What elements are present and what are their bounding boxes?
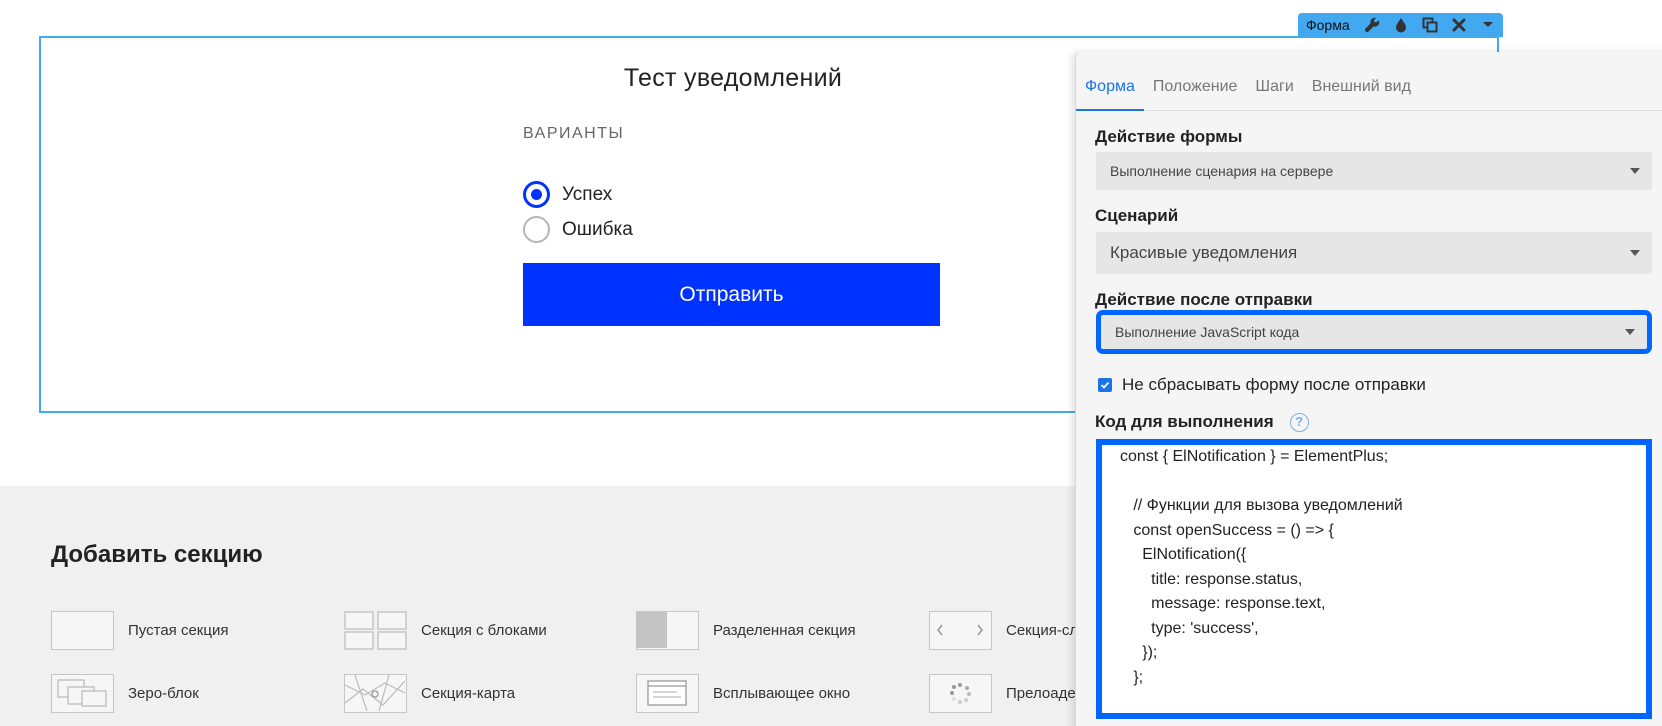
section-zero-thumb: [51, 674, 114, 713]
settings-tabs: Форма Положение Шаги Внешний вид: [1076, 75, 1662, 111]
form-action-label: Действие формы: [1095, 127, 1243, 146]
after-submit-select[interactable]: Выполнение JavaScript кода: [1096, 310, 1652, 354]
widget-toolbar: Форма: [1298, 13, 1503, 37]
radio-success[interactable]: [523, 181, 550, 208]
scenario-label: Сценарий: [1095, 206, 1179, 225]
section-map-label: Секция-карта: [421, 685, 516, 702]
code-line: const { ElNotification } = ElementPlus;: [1120, 448, 1389, 465]
section-split-label: Разделенная секция: [713, 622, 856, 639]
section-blocks[interactable]: Секция с блоками: [344, 611, 547, 650]
section-map[interactable]: Секция-карта: [344, 674, 515, 713]
section-slider-label: Секция-сл: [1006, 622, 1079, 639]
duplicate-icon[interactable]: [1416, 13, 1445, 37]
section-slider[interactable]: Секция-сл: [929, 611, 1078, 650]
tab-appearance[interactable]: Внешний вид: [1303, 75, 1420, 111]
code-line: ElNotification({: [1120, 546, 1247, 563]
radio-error-label: Ошибка: [562, 218, 633, 240]
section-empty[interactable]: Пустая секция: [51, 611, 228, 650]
close-icon[interactable]: [1445, 13, 1474, 37]
after-submit-value: Выполнение JavaScript кода: [1115, 324, 1300, 340]
chevron-down-icon[interactable]: [1474, 13, 1503, 37]
submit-button[interactable]: Отправить: [523, 263, 940, 326]
caret-down-icon: [1625, 329, 1635, 335]
no-reset-checkbox[interactable]: [1098, 378, 1112, 392]
drop-icon[interactable]: [1387, 13, 1416, 37]
section-blocks-thumb: [344, 611, 407, 650]
tab-position[interactable]: Положение: [1144, 75, 1247, 111]
variants-label: ВАРИАНТЫ: [523, 125, 625, 142]
code-label: Код для выполнения?: [1095, 412, 1309, 433]
code-line: type: 'success',: [1120, 619, 1259, 637]
form-action-select[interactable]: Выполнение сценария на сервере: [1096, 152, 1652, 190]
radio-option-error[interactable]: Ошибка: [523, 216, 633, 243]
section-preloader[interactable]: Прелоаде: [929, 674, 1076, 713]
section-popup-label: Всплывающее окно: [713, 685, 851, 702]
code-line: });: [1120, 644, 1158, 661]
section-zero-label: Зеро-блок: [128, 685, 199, 702]
code-label-text: Код для выполнения: [1095, 412, 1274, 431]
radio-error[interactable]: [523, 216, 550, 243]
scenario-value: Красивые уведомления: [1110, 243, 1298, 262]
section-preloader-label: Прелоаде: [1006, 685, 1076, 702]
code-line: };: [1120, 668, 1144, 686]
section-popup[interactable]: Всплывающее окно: [636, 674, 850, 713]
form-title: Тест уведомлений: [623, 64, 843, 92]
code-line: // Функции для вызова уведомлений: [1120, 497, 1403, 514]
help-icon[interactable]: ?: [1289, 413, 1309, 433]
code-line: title: response.status,: [1120, 570, 1303, 588]
code-line: message: response.text,: [1120, 595, 1326, 612]
add-section-title: Добавить секцию: [51, 541, 263, 568]
caret-down-icon: [1630, 168, 1640, 174]
section-empty-thumb: [51, 611, 114, 650]
section-blocks-label: Секция с блоками: [421, 622, 547, 639]
section-map-thumb: [344, 674, 407, 713]
radio-success-label: Успех: [562, 183, 613, 205]
page: Тест уведомлений ВАРИАНТЫ Успех Ошибка О…: [0, 0, 1662, 726]
section-preloader-thumb: [929, 674, 992, 713]
section-popup-thumb: [636, 674, 699, 713]
tab-steps[interactable]: Шаги: [1246, 75, 1302, 111]
after-submit-label: Действие после отправки: [1095, 290, 1313, 309]
section-split-thumb: [636, 611, 699, 650]
section-zero-block[interactable]: Зеро-блок: [51, 674, 199, 713]
tab-form[interactable]: Форма: [1076, 75, 1144, 111]
radio-option-success[interactable]: Успех: [523, 181, 612, 208]
section-empty-label: Пустая секция: [128, 622, 229, 639]
settings-panel: Форма Положение Шаги Внешний вид Действи…: [1075, 52, 1662, 726]
section-split[interactable]: Разделенная секция: [636, 611, 856, 650]
no-reset-checkbox-row[interactable]: Не сбрасывать форму после отправки: [1098, 375, 1426, 395]
widget-toolbar-label: Форма: [1306, 17, 1350, 33]
wrench-icon[interactable]: [1358, 13, 1387, 37]
form-action-value: Выполнение сценария на сервере: [1110, 163, 1334, 179]
no-reset-label: Не сбрасывать форму после отправки: [1122, 375, 1426, 394]
section-slider-thumb: [929, 611, 992, 650]
caret-down-icon: [1630, 250, 1640, 256]
code-line: const openSuccess = () => {: [1120, 521, 1334, 539]
code-editor[interactable]: const { ElNotification } = ElementPlus; …: [1096, 439, 1652, 719]
scenario-select[interactable]: Красивые уведомления: [1096, 232, 1652, 274]
